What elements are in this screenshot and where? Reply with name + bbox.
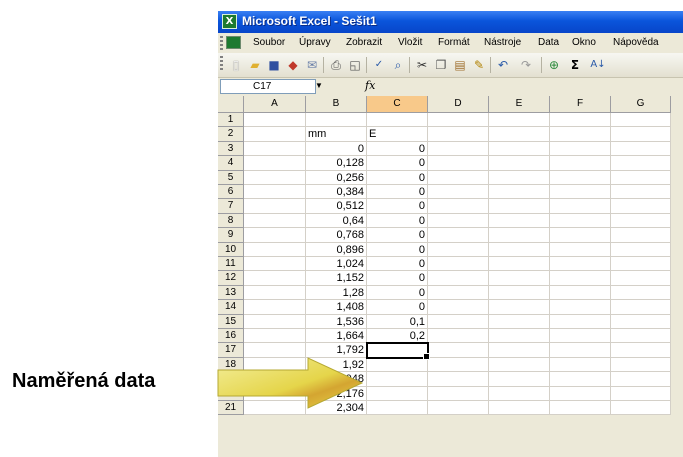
arrow-shape bbox=[217, 357, 364, 409]
measured-data-label: Naměřená data bbox=[12, 370, 156, 392]
